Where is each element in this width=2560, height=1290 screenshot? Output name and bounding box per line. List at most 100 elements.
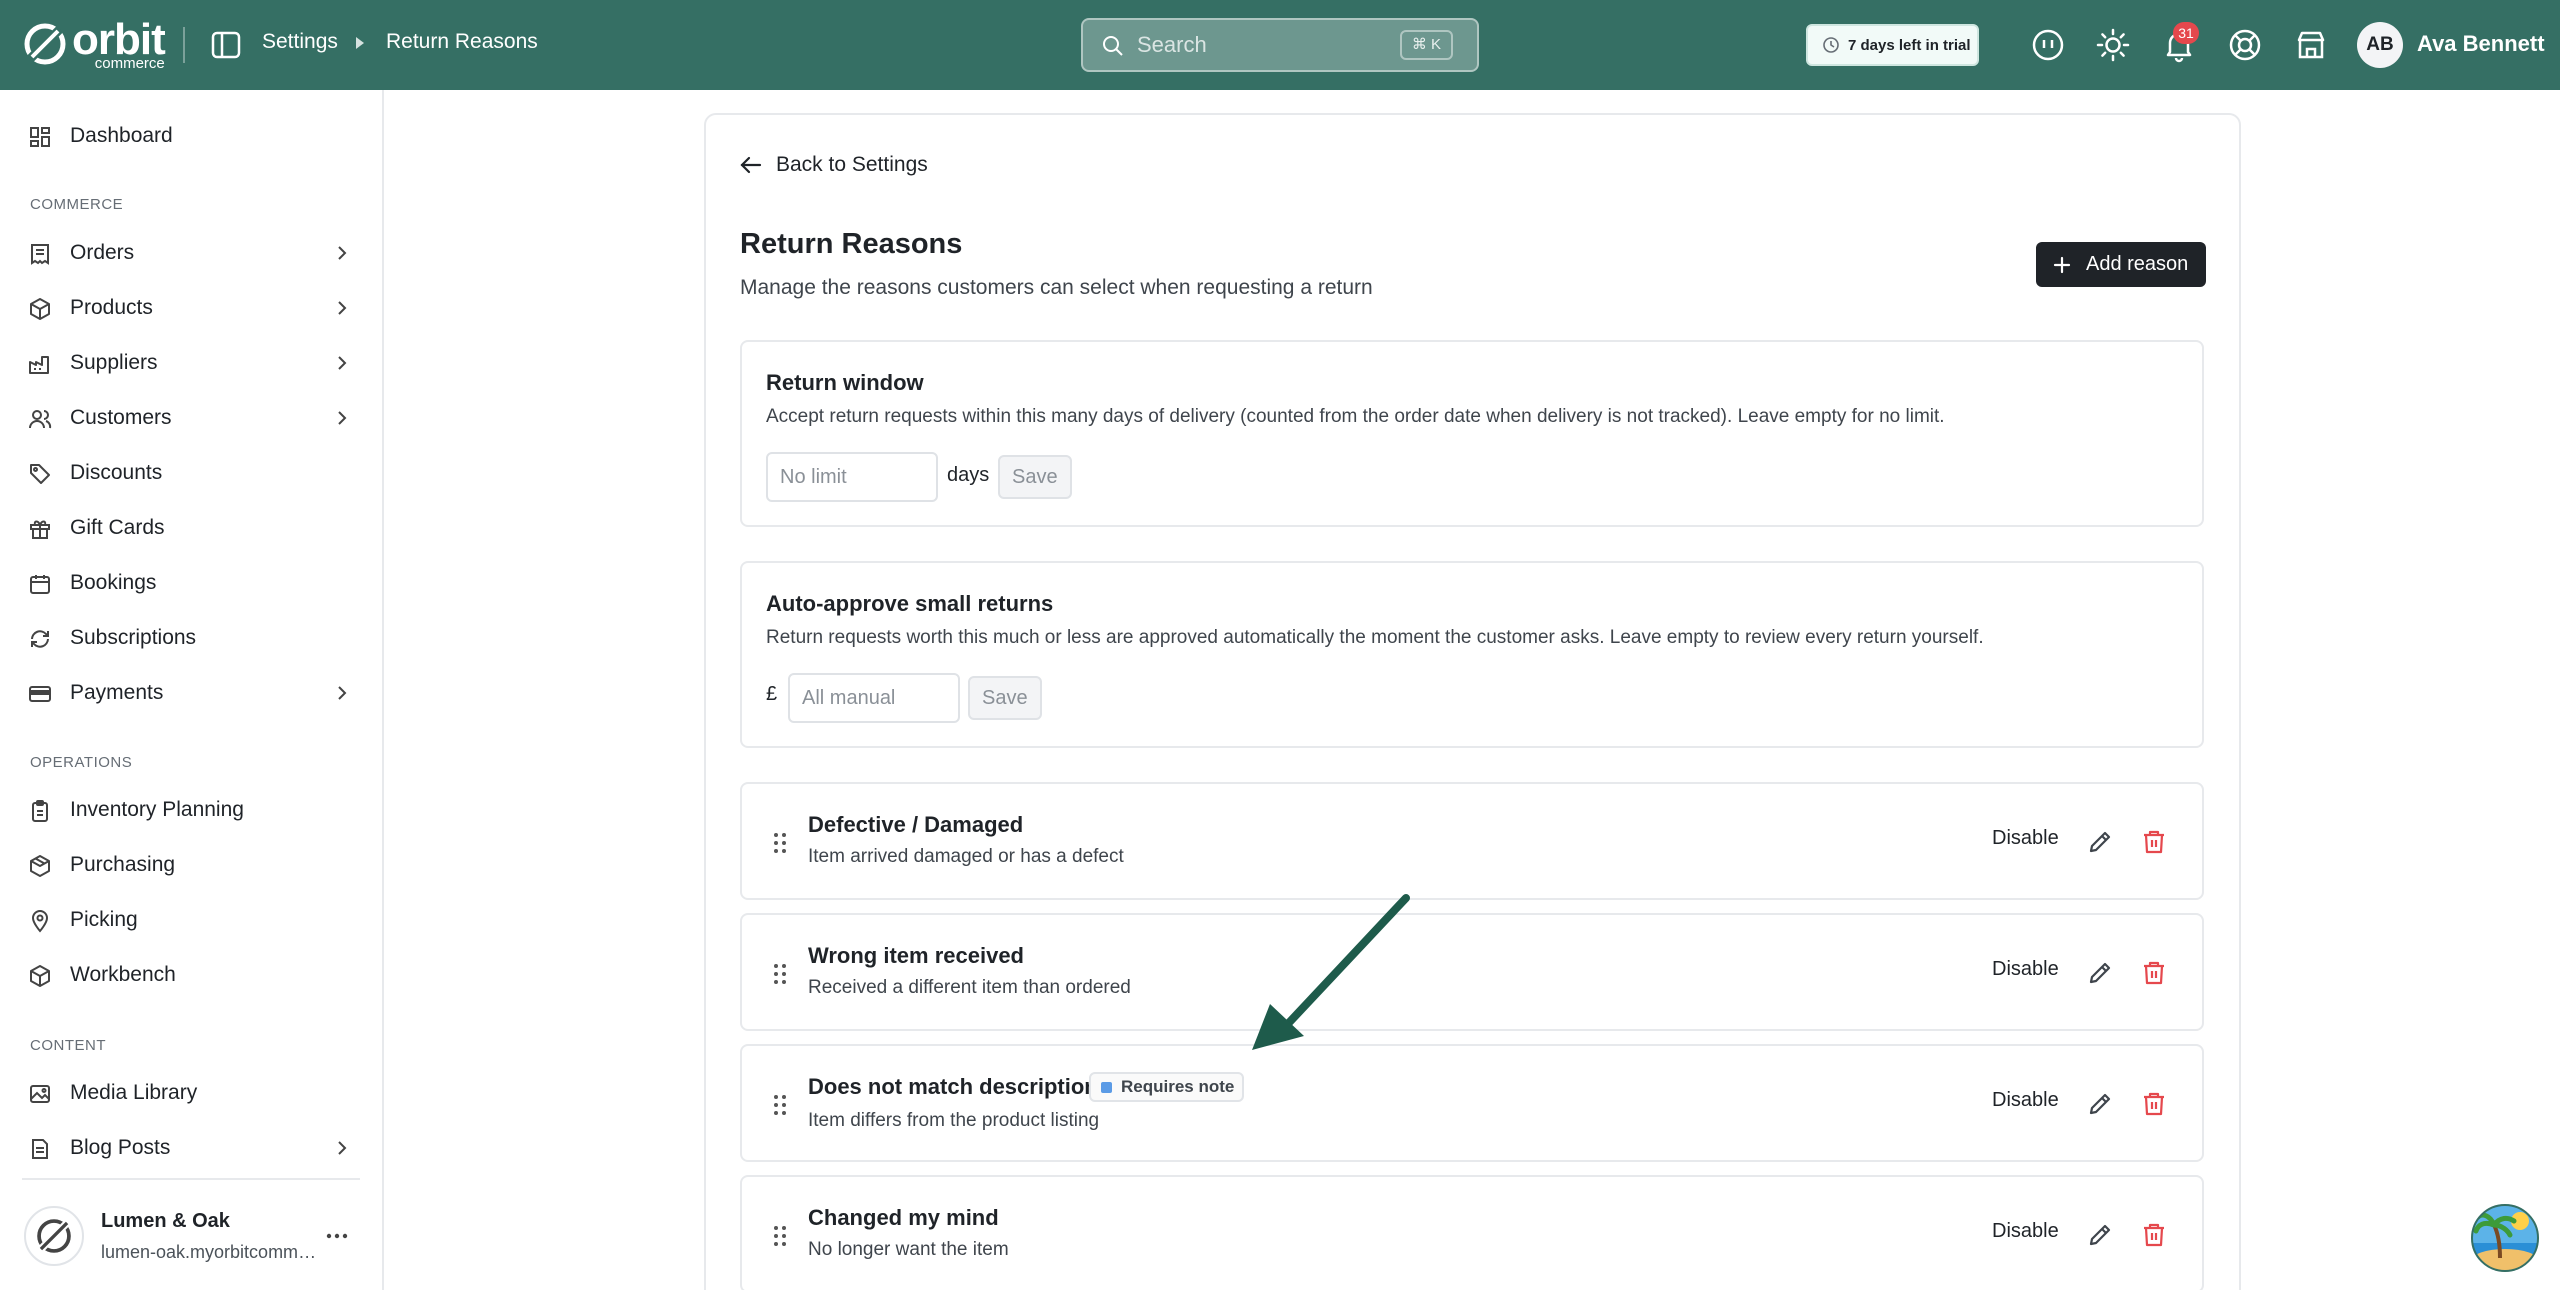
gift-icon [30,520,50,539]
orders-icon [31,244,49,265]
sidebar-item-picking[interactable]: Picking [0,894,382,946]
pencil-edit-icon[interactable] [2086,1090,2114,1118]
reason-description: Item differs from the product listing [808,1110,1100,1131]
storefront-icon[interactable] [2293,27,2329,63]
sidebar-item-label: Dashboard [70,124,173,147]
arrow-left-icon [740,156,762,174]
sidebar-item-label: Inventory Planning [70,798,244,821]
sidebar-item-customers[interactable]: Customers [0,392,382,444]
sidebar-item-workbench[interactable]: Workbench [0,949,382,1001]
back-to-settings-link[interactable]: Back to Settings [738,149,928,181]
user-name[interactable]: Ava Bennett [2417,31,2545,57]
sidebar-item-inventory-planning[interactable]: Inventory Planning [0,784,382,836]
disable-reason-button[interactable]: Disable [1992,827,2059,850]
sidebar-item-discounts[interactable]: Discounts [0,447,382,499]
credit-card-icon [29,686,51,702]
drag-handle-icon[interactable] [772,962,788,986]
sidebar-item-bookings[interactable]: Bookings [0,557,382,609]
sidebar-item-label: Suppliers [70,351,158,374]
calendar-icon [30,575,50,594]
auto-approve-title: Auto-approve small returns [766,591,1054,616]
top-bar: orbit commerce Settings Return Reasons ⌘… [0,0,2560,90]
trash-delete-icon[interactable] [2140,828,2168,856]
store-name: Lumen & Oak [101,1210,230,1232]
clipboard-icon [32,800,48,822]
sidebar-item-label: Gift Cards [70,516,165,539]
chevron-right-icon [338,1141,347,1155]
sidebar-item-purchasing[interactable]: Purchasing [0,839,382,891]
sidebar-item-label: Orders [70,241,135,264]
return-window-description: Accept return requests within this many … [766,406,1945,427]
sidebar-item-products[interactable]: Products [0,282,382,334]
store-switcher[interactable]: Lumen & Oak lumen-oak.myorbitcommerce.co… [22,1178,360,1290]
assistant-launcher-icon[interactable] [2470,1203,2540,1273]
pencil-edit-icon[interactable] [2086,1221,2114,1249]
sidebar-item-label: Discounts [70,461,163,484]
pencil-edit-icon[interactable] [2086,959,2114,987]
trash-delete-icon[interactable] [2140,1090,2168,1118]
disable-reason-button[interactable]: Disable [1992,1089,2059,1112]
breadcrumb-current: Return Reasons [386,30,538,53]
dashboard-icon [30,127,50,147]
auto-approve-save-button[interactable]: Save [968,676,1042,720]
disable-reason-button[interactable]: Disable [1992,958,2059,981]
breadcrumb-settings[interactable]: Settings [262,30,338,54]
topbar-divider [183,27,185,63]
drag-handle-icon[interactable] [772,1093,788,1117]
trash-delete-icon[interactable] [2140,1221,2168,1249]
reason-title: Wrong item received [808,943,1024,968]
reason-title: Does not match description [808,1074,1098,1099]
search-box[interactable]: ⌘ K [1081,18,1479,72]
sidebar-item-label: Media Library [70,1081,198,1104]
section-operations: OPERATIONS [30,754,133,771]
sidebar-item-media-library[interactable]: Media Library [0,1067,382,1119]
reason-description: Item arrived damaged or has a defect [808,846,1124,867]
add-reason-button[interactable]: Add reason [2036,242,2206,287]
customers-users-icon [29,410,52,429]
days-unit-label: days [947,464,990,486]
pencil-edit-icon[interactable] [2086,828,2114,856]
currency-symbol: £ [766,683,778,705]
sidebar-item-gift-cards[interactable]: Gift Cards [0,502,382,554]
workbench-package-icon [30,965,50,987]
breadcrumb-chevron-icon [356,37,364,49]
sidebar-item-label: Purchasing [70,853,176,876]
drag-handle-icon[interactable] [772,1224,788,1248]
auto-approve-amount-input[interactable] [788,673,960,723]
brand-logo[interactable]: orbit commerce [22,17,166,71]
sidebar-item-label: Blog Posts [70,1136,171,1159]
sidebar-item-subscriptions[interactable]: Subscriptions [0,612,382,664]
back-label: Back to Settings [776,153,928,176]
add-reason-label: Add reason [2086,253,2189,275]
sidebar-item-label: Picking [70,908,138,931]
chevron-right-icon [338,301,347,315]
trial-badge[interactable]: 7 days left in trial [1806,24,1979,66]
sidebar-item-dashboard[interactable]: Dashboard [0,110,382,162]
disable-reason-button[interactable]: Disable [1992,1220,2059,1243]
sidebar-item-label: Subscriptions [70,626,197,649]
sidebar-toggle-icon[interactable] [210,29,242,61]
return-window-days-input[interactable] [766,452,938,502]
sidebar-item-blog-posts[interactable]: Blog Posts [0,1122,382,1174]
more-horizontal-icon[interactable] [324,1224,350,1248]
reason-description: Received a different item than ordered [808,977,1131,998]
sidebar-item-orders[interactable]: Orders [0,227,382,279]
search-shortcut: ⌘ K [1399,30,1453,60]
return-window-save-button[interactable]: Save [998,455,1072,499]
trash-delete-icon[interactable] [2140,959,2168,987]
sidebar-item-label: Bookings [70,571,157,594]
discount-tag-icon [30,464,50,484]
chevron-right-icon [338,411,347,425]
search-input[interactable] [1137,29,1377,61]
drag-handle-icon[interactable] [772,831,788,855]
assistant-icon[interactable] [2030,27,2066,63]
sidebar-item-payments[interactable]: Payments [0,667,382,719]
theme-sun-icon[interactable] [2095,27,2131,63]
reason-title: Changed my mind [808,1205,999,1230]
sidebar-item-suppliers[interactable]: Suppliers [0,337,382,389]
sidebar-item-label: Workbench [70,963,176,986]
help-lifebuoy-icon[interactable] [2227,27,2263,63]
section-commerce: COMMERCE [30,196,124,213]
annotation-arrow-icon [1252,894,1410,1050]
avatar[interactable]: AB [2357,22,2403,68]
